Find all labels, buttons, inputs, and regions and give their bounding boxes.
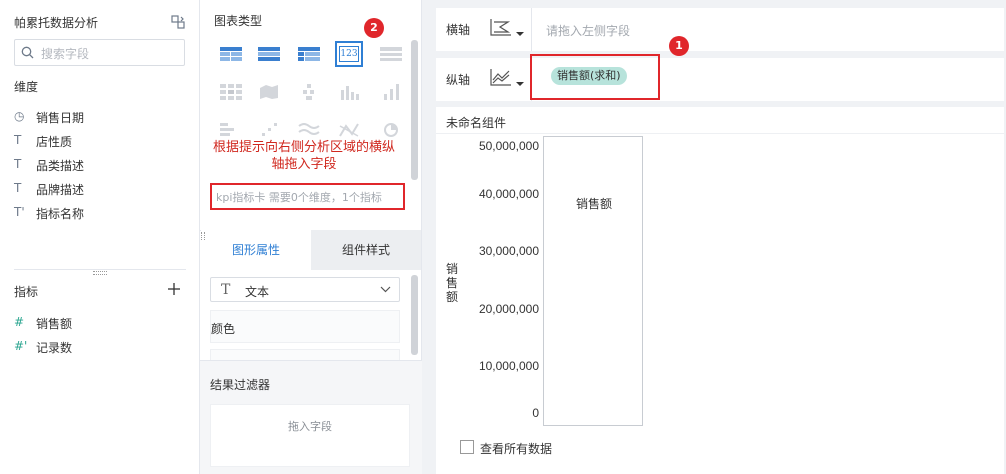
stacked-bar-icon[interactable]: [220, 122, 242, 138]
column-chart-icon[interactable]: [380, 84, 402, 100]
chart-series-label: 销售额: [576, 197, 613, 211]
switch-dataset-icon[interactable]: [170, 14, 186, 30]
x-axis-type-icon[interactable]: [490, 18, 512, 36]
property-scrollbar[interactable]: [411, 275, 418, 355]
dimensions-label: 维度: [14, 80, 39, 94]
annotation-badge-1: 1: [669, 36, 689, 56]
add-measure-icon[interactable]: [167, 282, 181, 296]
line-chart-icon[interactable]: [298, 122, 320, 138]
drop-field-text: 拖入字段: [288, 420, 332, 433]
show-all-data-checkbox[interactable]: [460, 440, 474, 454]
y-axis-row: 纵轴 销售额(求和): [436, 58, 1004, 101]
dimension-label: 指标名称: [36, 207, 85, 221]
y-tick-label: 10,000,000: [478, 359, 539, 373]
kpi-tip-text: kpi指标卡 需要0个维度，1个指标: [216, 191, 382, 204]
show-all-data-label: 查看所有数据: [480, 442, 553, 456]
date-type-icon: ◷: [14, 109, 25, 123]
component-title-bar[interactable]: 未命名组件: [436, 107, 1004, 134]
kpi-icon-text: 123: [339, 46, 359, 62]
annotation-badge-2: 2: [364, 18, 384, 38]
axis-separator: [531, 8, 532, 51]
y-axis-label: 纵轴: [446, 73, 471, 87]
x-axis-label: 横轴: [446, 23, 471, 37]
resize-grip-icon[interactable]: [93, 271, 107, 275]
kpi-card-chart-icon[interactable]: 123: [335, 41, 363, 67]
text-type-icon: T: [14, 157, 22, 171]
attribute-type-value: 文本: [245, 285, 270, 299]
measure-label: 记录数: [36, 341, 73, 355]
chart-y-axis-title: 销售额: [446, 262, 459, 304]
filter-drop-zone[interactable]: 拖入字段: [210, 404, 410, 467]
x-axis-row: 横轴 请拖入左侧字段: [436, 8, 1004, 51]
dimension-item-category[interactable]: T 品类描述: [14, 155, 184, 175]
text-calc-type-icon: T': [14, 205, 25, 219]
y-axis-caret-icon[interactable]: [516, 82, 524, 86]
map-chart-icon[interactable]: [258, 84, 280, 100]
search-icon: [21, 46, 34, 59]
y-tick-label: 30,000,000: [478, 244, 539, 258]
search-placeholder: 搜索字段: [41, 47, 90, 61]
y-pill-highlight: [530, 54, 660, 100]
dimension-item-brand[interactable]: T 品牌描述: [14, 179, 184, 199]
scatter-grid-icon[interactable]: [298, 84, 320, 100]
table-chart-icon[interactable]: [220, 47, 242, 63]
y-tick-label: 50,000,000: [478, 139, 539, 153]
component-title: 未命名组件: [446, 116, 507, 130]
x-axis-drop-placeholder[interactable]: 请拖入左侧字段: [546, 22, 630, 39]
color-property-box[interactable]: 颜色: [210, 310, 400, 343]
tab-component-style[interactable]: 组件样式: [311, 230, 421, 270]
chart-canvas: 50,000,000 40,000,000 30,000,000 20,000,…: [436, 134, 1004, 474]
kpi-tip-highlight: kpi指标卡 需要0个维度，1个指标: [210, 183, 405, 210]
chart-type-title: 图表类型: [214, 14, 263, 28]
dimension-item-sale-date[interactable]: ◷ 销售日期: [14, 107, 184, 127]
color-property-label: 颜色: [211, 322, 236, 336]
number-type-icon: #: [14, 315, 25, 329]
group-table-icon[interactable]: [258, 47, 280, 63]
annotation-hint-text: 根据提示向右侧分析区域的横纵轴拖入字段: [212, 140, 395, 172]
tab-graphic-properties[interactable]: 图形属性: [201, 230, 311, 270]
measure-item-sales[interactable]: # 销售额: [14, 313, 184, 333]
chevron-down-icon: [380, 286, 391, 293]
x-axis-caret-icon[interactable]: [516, 32, 524, 36]
measures-label: 指标: [14, 285, 39, 299]
dimension-label: 销售日期: [36, 111, 85, 125]
analysis-area: 横轴 请拖入左侧字段 纵轴 销售额(求和) 1 未命名组件 50,000,000…: [422, 0, 1006, 474]
dataset-title-row: 帕累托数据分析: [14, 14, 186, 30]
y-tick-label: 20,000,000: [478, 302, 539, 316]
section-divider: [14, 269, 186, 270]
result-filter-title: 结果过滤器: [210, 378, 271, 392]
dimension-label: 品牌描述: [36, 183, 85, 197]
chart-plot-area: [543, 136, 643, 426]
property-tabs: 图形属性 组件样式: [201, 230, 421, 270]
heat-grid-icon[interactable]: [220, 84, 242, 100]
scatter-chart-icon[interactable]: [258, 122, 280, 138]
y-tick-label: 0: [532, 406, 539, 420]
pie-chart-icon[interactable]: [380, 122, 402, 138]
chart-config-panel: 图表类型 123 根据提示向右侧分析区域的横纵轴拖入字段 kpi指标卡 需要0个…: [200, 0, 422, 474]
measure-label: 销售额: [36, 317, 73, 331]
attribute-type-dropdown[interactable]: T 文本: [210, 277, 400, 302]
dimension-label: 品类描述: [36, 159, 85, 173]
text-type-icon: T: [14, 181, 22, 195]
detail-table-icon[interactable]: [380, 47, 402, 63]
cross-table-icon[interactable]: [298, 47, 320, 63]
dimension-label: 店性质: [36, 135, 73, 149]
dimension-item-store-type[interactable]: T 店性质: [14, 131, 184, 151]
measure-item-record-count[interactable]: #' 记录数: [14, 337, 184, 357]
field-panel: 帕累托数据分析 搜索字段 维度 ◷ 销售日期 T 店性质 T 品类描述 T 品牌…: [0, 0, 200, 474]
number-calc-type-icon: #': [14, 339, 28, 353]
text-attr-icon: T: [221, 282, 231, 298]
text-type-icon: T: [14, 133, 22, 147]
search-input[interactable]: 搜索字段: [14, 39, 185, 66]
chart-type-scrollbar[interactable]: [411, 40, 418, 180]
resize-grip-icon[interactable]: [201, 232, 205, 240]
y-tick-label: 40,000,000: [478, 187, 539, 201]
radar-chart-icon[interactable]: [338, 122, 360, 138]
dimension-item-metric-name[interactable]: T' 指标名称: [14, 203, 184, 223]
dataset-title: 帕累托数据分析: [14, 16, 99, 30]
y-axis-type-icon[interactable]: [490, 68, 512, 86]
bar-chart-icon[interactable]: [338, 84, 360, 100]
